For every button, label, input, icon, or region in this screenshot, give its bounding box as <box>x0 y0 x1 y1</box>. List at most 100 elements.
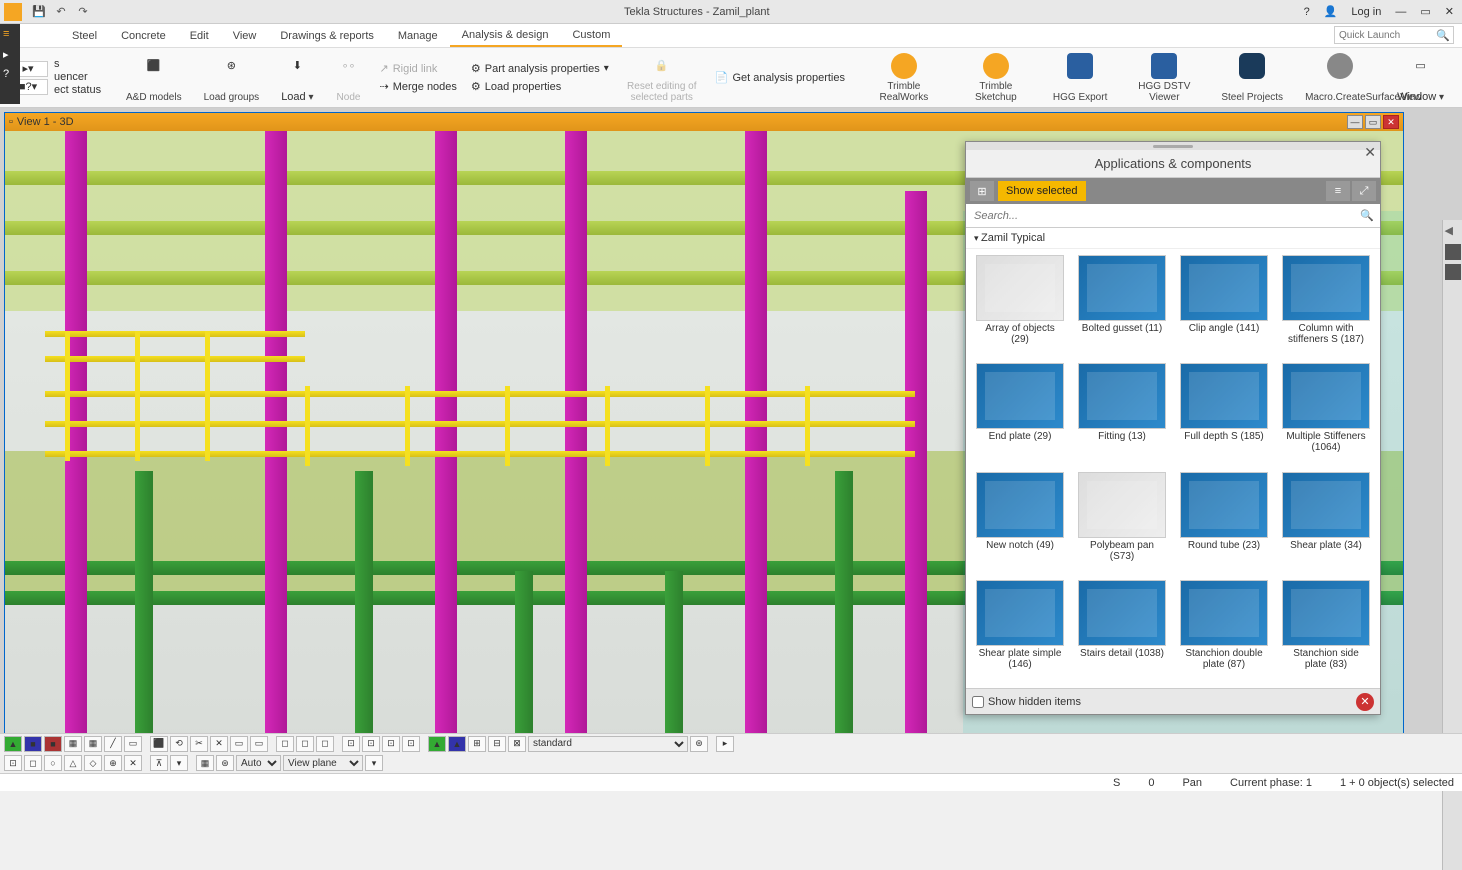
component-search-input[interactable] <box>966 204 1380 227</box>
restore-icon[interactable]: ▭ <box>1416 3 1434 20</box>
component-item[interactable]: Stanchion double plate (87) <box>1176 580 1272 682</box>
component-item[interactable]: New notch (49) <box>972 472 1068 574</box>
menu-icon[interactable]: ≡ <box>3 28 17 42</box>
tab-drawings[interactable]: Drawings & reports <box>268 26 386 46</box>
part-analysis-button[interactable]: ⚙Part analysis properties ▾ <box>471 61 609 77</box>
close-panel-icon[interactable]: ✕ <box>1364 144 1376 161</box>
tool-icon[interactable]: ⊡ <box>382 736 400 752</box>
snap-icon[interactable]: ⊡ <box>4 755 22 771</box>
tool-icon[interactable]: ▭ <box>230 736 248 752</box>
snap-icon[interactable]: ▾ <box>365 755 383 771</box>
tool-icon[interactable]: ▲ <box>448 736 466 752</box>
expand-icon[interactable]: ◀ <box>1445 224 1461 240</box>
tab-steel[interactable]: Steel <box>60 26 109 46</box>
tool-icon[interactable]: ⬛ <box>150 736 168 752</box>
cursor-icon[interactable]: ▸ <box>3 48 17 62</box>
search-icon[interactable]: 🔍 <box>1436 29 1450 42</box>
list-view-icon[interactable]: ≡ <box>1326 181 1350 201</box>
snap-icon[interactable]: ✕ <box>124 755 142 771</box>
tool-icon[interactable]: ▭ <box>250 736 268 752</box>
component-item[interactable]: Clip angle (141) <box>1176 255 1272 357</box>
close-icon[interactable]: ✕ <box>1441 3 1458 20</box>
maximize-view-icon[interactable]: ▭ <box>1365 115 1381 129</box>
close-view-icon[interactable]: ✕ <box>1383 115 1399 129</box>
help-strip-icon[interactable]: ? <box>3 68 17 82</box>
component-item[interactable]: Stairs detail (1038) <box>1074 580 1170 682</box>
tool-icon[interactable]: ⊟ <box>488 736 506 752</box>
component-item[interactable]: Shear plate (34) <box>1278 472 1374 574</box>
merge-nodes-button[interactable]: ⇢Merge nodes <box>379 79 456 95</box>
load-properties-button[interactable]: ⚙Load properties <box>471 79 609 95</box>
snap-icon[interactable]: ◻ <box>24 755 42 771</box>
show-selected-button[interactable]: Show selected <box>998 181 1086 201</box>
tool-icon[interactable]: ╱ <box>104 736 122 752</box>
trimble-sketchup-button[interactable]: Trimble Sketchup <box>951 51 1041 105</box>
undo-icon[interactable]: ↶ <box>53 4 69 20</box>
show-hidden-checkbox[interactable] <box>972 696 984 708</box>
tab-view[interactable]: View <box>221 26 269 46</box>
snap-icon[interactable]: ⊕ <box>104 755 122 771</box>
snap-icon[interactable]: ⊛ <box>216 755 234 771</box>
tool-icon[interactable]: ▦ <box>64 736 82 752</box>
component-item[interactable]: Polybeam pan (S73) <box>1074 472 1170 574</box>
tool-icon[interactable]: ▲ <box>428 736 446 752</box>
grid-view-icon[interactable]: ⊞ <box>970 181 994 201</box>
component-item[interactable]: Full depth S (185) <box>1176 363 1272 465</box>
tool-icon[interactable]: ◻ <box>276 736 294 752</box>
load-button[interactable]: ⬇ Load ▾ <box>271 51 323 105</box>
grid-tool-icon[interactable] <box>1445 264 1461 280</box>
group-header[interactable]: Zamil Typical <box>966 228 1380 249</box>
tool-icon[interactable]: ◻ <box>296 736 314 752</box>
filter-icon[interactable]: ■ <box>44 736 62 752</box>
component-item[interactable]: Stanchion side plate (83) <box>1278 580 1374 682</box>
macro-surface-button[interactable]: Macro.CreateSurfaceView <box>1295 51 1385 105</box>
tool-icon[interactable]: ⊡ <box>342 736 360 752</box>
snap-icon[interactable]: ◇ <box>84 755 102 771</box>
snap-icon[interactable]: ○ <box>44 755 62 771</box>
load-groups-button[interactable]: ⊛ Load groups <box>194 51 270 105</box>
tab-concrete[interactable]: Concrete <box>109 26 178 46</box>
snap-auto-select[interactable]: Auto <box>236 755 281 771</box>
ad-models-button[interactable]: ⬛ A&D models <box>116 51 192 105</box>
component-item[interactable]: Multiple Stiffeners (1064) <box>1278 363 1374 465</box>
redo-icon[interactable]: ↷ <box>75 4 91 20</box>
tool-icon[interactable]: ◻ <box>316 736 334 752</box>
tab-manage[interactable]: Manage <box>386 26 450 46</box>
footer-close-icon[interactable]: ✕ <box>1356 693 1374 711</box>
snap-icon[interactable]: △ <box>64 755 82 771</box>
trimble-realworks-button[interactable]: Trimble RealWorks <box>859 51 949 105</box>
component-item[interactable]: Round tube (23) <box>1176 472 1272 574</box>
view-title-bar[interactable]: ▫ View 1 - 3D — ▭ ✕ <box>5 113 1403 131</box>
component-item[interactable]: Fitting (13) <box>1074 363 1170 465</box>
cursor-tool-icon[interactable]: ▸ <box>716 736 734 752</box>
steel-projects-button[interactable]: Steel Projects <box>1211 51 1293 105</box>
tool-icon[interactable]: ⊡ <box>362 736 380 752</box>
user-icon[interactable]: 👤 <box>1320 3 1342 20</box>
component-item[interactable]: Bolted gusset (11) <box>1074 255 1170 357</box>
component-item[interactable]: Shear plate simple (146) <box>972 580 1068 682</box>
component-item[interactable]: Column with stiffeners S (187) <box>1278 255 1374 357</box>
tool-icon[interactable]: ⟲ <box>170 736 188 752</box>
panel-grip[interactable] <box>966 142 1380 150</box>
get-analysis-button[interactable]: 📄Get analysis properties <box>715 70 845 86</box>
filter-select[interactable]: standard <box>528 736 688 752</box>
snap-icon[interactable]: ▦ <box>196 755 214 771</box>
minimize-view-icon[interactable]: — <box>1347 115 1363 129</box>
component-item[interactable]: End plate (29) <box>972 363 1068 465</box>
tool-icon[interactable]: ⊠ <box>508 736 526 752</box>
snap-icon[interactable]: ⊼ <box>150 755 168 771</box>
component-item[interactable]: Array of objects (29) <box>972 255 1068 357</box>
hgg-export-button[interactable]: HGG Export <box>1043 51 1117 105</box>
tab-analysis[interactable]: Analysis & design <box>450 25 561 47</box>
tool-icon[interactable]: ✂ <box>190 736 208 752</box>
tool-icon[interactable]: ⊞ <box>468 736 486 752</box>
minimize-icon[interactable]: — <box>1391 4 1410 20</box>
component-grid[interactable]: Array of objects (29)Bolted gusset (11)C… <box>966 249 1380 688</box>
tool-icon[interactable]: ▦ <box>84 736 102 752</box>
tab-edit[interactable]: Edit <box>178 26 221 46</box>
snap-icon[interactable]: ▾ <box>170 755 188 771</box>
tool-icon[interactable]: ⊡ <box>402 736 420 752</box>
collapse-icon[interactable]: ⤢ <box>1352 181 1376 201</box>
window-button[interactable]: ▭Window ▾ <box>1387 51 1454 105</box>
save-icon[interactable]: 💾 <box>31 4 47 20</box>
